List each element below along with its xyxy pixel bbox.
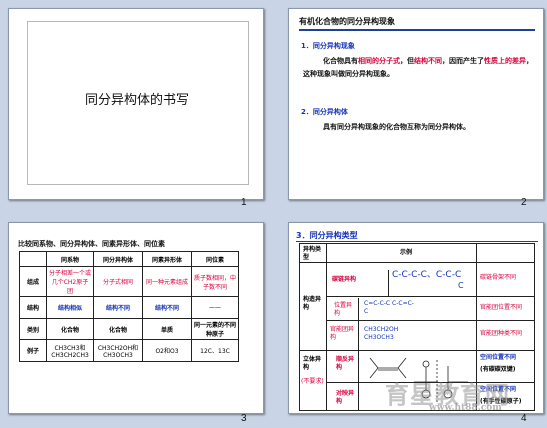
slide-2-number: 2 [521,197,527,208]
table-header-cell: 同位素 [191,251,239,267]
table-row: 组成 分子相差一个或几个CH2原子团 分子式相同 同一种元素组成 质子数相同，中… [19,266,239,297]
heading-underline [299,29,535,31]
chain-formula: C-C-C-C、C-C-C [392,270,462,280]
watermark-url: www.ht88.com [429,403,502,413]
structural-isomer: 构造异构 [303,296,322,311]
mirror-isomer: 对映异构 [336,390,355,405]
slide-4-heading: 3．同分异构类型 [296,231,358,240]
slide-2-thumbnail[interactable]: 有机化合物的同分异构现象 1．同分异构现象 化合物具有相同的分子式，但结构不同，… [288,8,544,200]
section-1-title: 1．同分异构现象 [301,42,355,50]
section-2-paragraph: 具有同分异构现象的化合物互称为同分异构体。 [323,123,470,131]
heading-underline [296,241,538,242]
cis-trans-isomer: 顺反异构 [336,356,355,371]
functional-note: 官能团种类不同 [480,330,523,337]
table-header-cell [19,251,47,267]
stereo-isomer: 立体异构 [303,356,322,371]
cis-trans-note: 空间位置不同 [480,354,517,361]
slide-4-number: 4 [521,413,527,424]
slide-3-thumbnail[interactable]: 比较同系物、同分异构体、同素异形体、同位素 同系物 同分异构体 同素异形体 同位… [8,222,264,414]
cis-trans-note-2: (有碳碳双键) [480,366,516,373]
col-example: 示例 [400,249,413,256]
functional-formula: CH3CH2OH CH3OCH3 [364,326,399,341]
table-header-cell: 同分异构体 [93,251,143,267]
slide-1-title: 同分异构体的书写 [84,93,189,108]
table-header-cell: 同素异形体 [142,251,192,267]
table-row: 结构 结构相似 结构不同 结构不同 —— [19,296,239,319]
comparison-table: 同系物 同分异构体 同素异形体 同位素 组成 分子相差一个或几个CH2原子团 分… [19,251,239,362]
slide-3-number: 3 [241,413,247,424]
slide-4-thumbnail[interactable]: 3．同分异构类型 异构类型 示例 构造异构 碳链异构 C-C-C-C、C-C-C… [288,222,544,414]
section-1-paragraph: 化合物具有相同的分子式，但结构不同，因而产生了性质上的差异，这种现象叫做同分异构… [303,57,533,78]
slide-1-number: 1 [241,197,247,208]
section-2-title: 2．同分异构体 [301,108,348,116]
col-type: 异构类型 [303,246,322,261]
table-header-cell: 同系物 [46,251,94,267]
slide-2-heading: 有机化合物的同分异构现象 [299,17,395,26]
position-isomer: 位置异构 [334,302,353,317]
stereo-note: (不要求) [301,378,324,385]
table-row: 类别 化合物 化合物 单质 同一元素的不同种原子 [19,318,239,340]
chain-isomer: 碳链异构 [332,276,357,283]
chain-branch: C [458,281,464,290]
position-formula: C=C-C-C C-C=C-C [364,300,414,315]
chain-note: 碳链骨架不同 [480,274,517,281]
slide-3-heading: 比较同系物、同分异构体、同素异形体、同位素 [18,240,165,248]
slide-1-thumbnail[interactable]: 同分异构体的书写 [8,8,264,200]
position-note: 官能团位置不同 [480,304,523,311]
table-row: 例子 CH3CH3和CH3CH2CH3 CH3CH2OH和CH3OCH3 O2和… [19,339,239,362]
functional-isomer: 官能团异构 [330,326,355,341]
